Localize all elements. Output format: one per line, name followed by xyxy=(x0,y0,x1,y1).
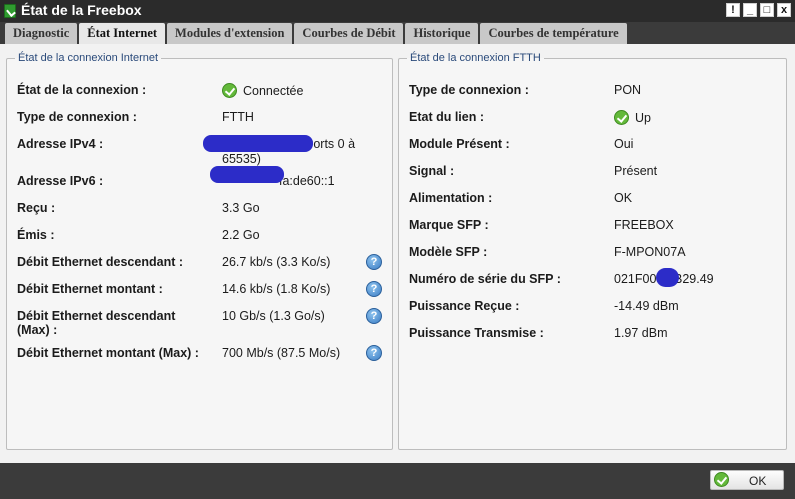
check-circle-icon xyxy=(714,472,729,487)
row-value: 1.97 dBm xyxy=(614,326,668,340)
dialog-footer: OK xyxy=(0,463,795,499)
row-value: OK xyxy=(614,191,633,205)
row-value: 2.2 Go xyxy=(222,228,260,242)
close-button[interactable]: x xyxy=(777,3,791,17)
check-circle-icon xyxy=(222,83,237,98)
row-value: Oui xyxy=(614,137,634,151)
row-label: État de la connexion : xyxy=(17,83,147,97)
maximize-button[interactable]: □ xyxy=(760,3,774,17)
row-label: Type de connexion : xyxy=(409,83,529,97)
row-value: Up xyxy=(614,110,651,125)
row-label: Etat du lien : xyxy=(409,110,484,124)
help-icon[interactable]: ? xyxy=(366,281,382,297)
tab-historique[interactable]: Historique xyxy=(405,23,479,44)
row-label: Module Présent : xyxy=(409,137,510,151)
ftth-panel-legend: État de la connexion FTTH xyxy=(410,52,541,64)
row-value: PON xyxy=(614,83,642,97)
internet-panel-legend: État de la connexion Internet xyxy=(18,52,159,64)
row-label: Numéro de série du SFP : xyxy=(409,272,561,286)
row-value: Présent xyxy=(614,164,658,178)
tab-content: État de la connexion Internet État de la… xyxy=(0,44,795,463)
row-label: Marque SFP : xyxy=(409,218,489,232)
ok-button-label: OK xyxy=(749,474,767,488)
title-bar[interactable]: État de la Freebox ! _ □ x xyxy=(0,0,795,22)
row-label-line2: (Max) : xyxy=(17,323,58,337)
row-label: Alimentation : xyxy=(409,191,493,205)
window-title: État de la Freebox xyxy=(21,2,142,18)
row-label-line1: Débit Ethernet descendant xyxy=(17,309,176,323)
info-button[interactable]: ! xyxy=(726,3,740,17)
tab-bar: Diagnostic État Internet Modules d'exten… xyxy=(0,22,795,44)
freebox-app-icon xyxy=(4,4,16,18)
row-label: Adresse IPv4 : xyxy=(17,137,104,151)
row-value: Connectée xyxy=(222,83,303,98)
help-icon[interactable]: ? xyxy=(366,254,382,270)
row-label: Débit Ethernet montant : xyxy=(17,282,163,296)
row-value: FTTH xyxy=(222,110,254,124)
row-value: 10 Gb/s (1.3 Go/s) xyxy=(222,309,325,323)
row-value-line2: 65535) xyxy=(222,152,261,166)
row-value: 700 Mb/s (87.5 Mo/s) xyxy=(222,346,341,360)
minimize-button[interactable]: _ xyxy=(743,3,757,17)
tab-modules-extension[interactable]: Modules d'extension xyxy=(167,23,293,44)
row-label: Signal : xyxy=(409,164,455,178)
row-value: 26.7 kb/s (3.3 Ko/s) xyxy=(222,255,331,269)
row-value: F-MPON07A xyxy=(614,245,686,259)
tab-diagnostic[interactable]: Diagnostic xyxy=(5,23,78,44)
redaction-mark xyxy=(210,166,284,183)
row-value: 3.3 Go xyxy=(222,201,260,215)
check-circle-icon xyxy=(614,110,629,125)
tab-courbes-temperature[interactable]: Courbes de température xyxy=(480,23,627,44)
internet-connection-panel: État de la connexion Internet État de la… xyxy=(6,52,393,450)
ok-button[interactable]: OK xyxy=(710,470,784,490)
row-label: Type de connexion : xyxy=(17,110,137,124)
row-value-suffix: B29.49 xyxy=(674,272,714,286)
help-icon[interactable]: ? xyxy=(366,308,382,324)
row-label: Modèle SFP : xyxy=(409,245,488,259)
window-controls: ! _ □ x xyxy=(726,3,791,17)
row-value: 14.6 kb/s (1.8 Ko/s) xyxy=(222,282,331,296)
tab-courbes-debit[interactable]: Courbes de Débit xyxy=(294,23,404,44)
redaction-mark xyxy=(656,268,679,287)
row-value: fa:de60::1 xyxy=(279,174,335,188)
row-label: Adresse IPv6 : xyxy=(17,174,104,188)
ftth-connection-panel: État de la connexion FTTH Type de connex… xyxy=(398,52,787,450)
row-label: Émis : xyxy=(17,228,55,242)
row-value: FREEBOX xyxy=(614,218,674,232)
row-label: Puissance Transmise : xyxy=(409,326,544,340)
freebox-status-window: État de la Freebox ! _ □ x Diagnostic Ét… xyxy=(0,0,795,499)
row-label: Puissance Reçue : xyxy=(409,299,520,313)
help-icon[interactable]: ? xyxy=(366,345,382,361)
redaction-mark xyxy=(203,135,313,152)
row-label: Débit Ethernet montant (Max) : xyxy=(17,346,199,360)
row-label: Débit Ethernet descendant : xyxy=(17,255,183,269)
tab-etat-internet[interactable]: État Internet xyxy=(79,23,166,44)
row-value: -14.49 dBm xyxy=(614,299,679,313)
row-label: Reçu : xyxy=(17,201,56,215)
